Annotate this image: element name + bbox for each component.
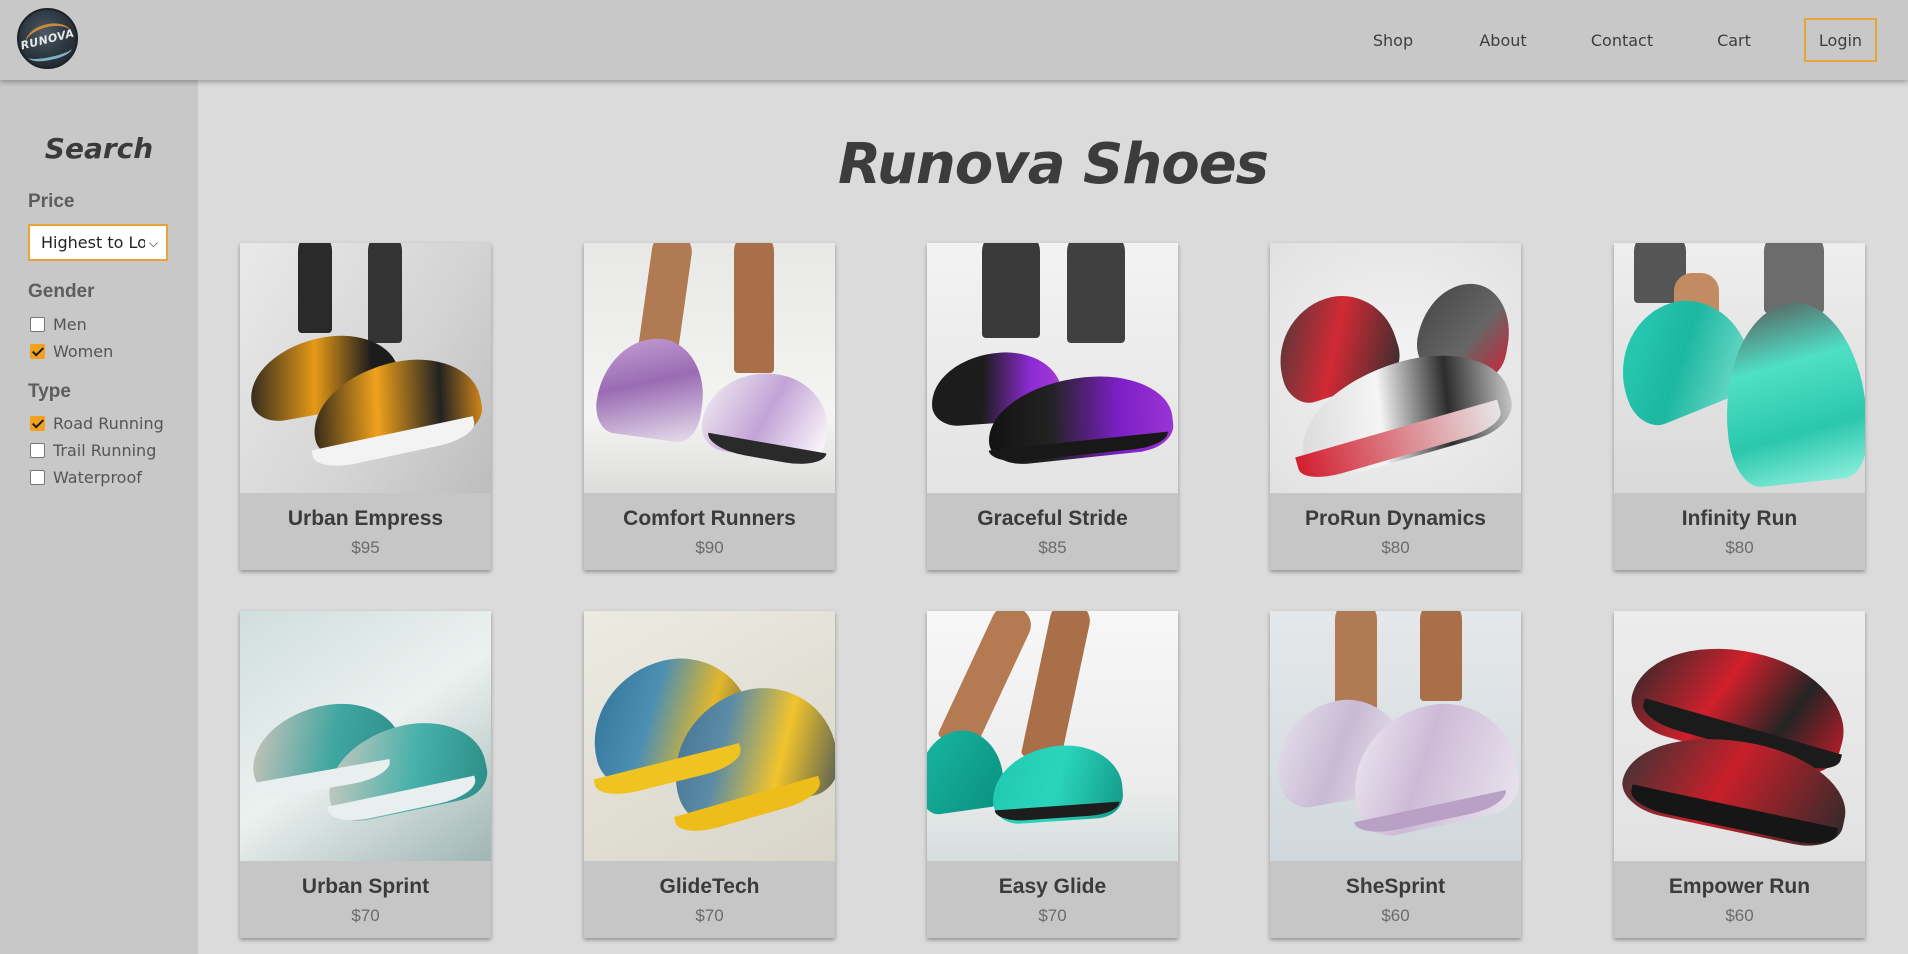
men-checkbox[interactable] xyxy=(30,317,45,332)
price-sort-value: Highest to Low xyxy=(41,233,145,252)
product-price: $70 xyxy=(1038,906,1067,925)
product-price: $80 xyxy=(1381,538,1410,557)
product-card[interactable]: SheSprint $60 xyxy=(1270,611,1521,938)
product-price: $70 xyxy=(351,906,380,925)
men-label: Men xyxy=(53,315,87,334)
trail-running-checkbox[interactable] xyxy=(30,443,45,458)
filter-sidebar: Search Price Highest to Low ⌵ Gender Men… xyxy=(0,80,198,954)
product-name[interactable]: ProRun Dynamics xyxy=(1270,507,1521,531)
chevron-down-icon: ⌵ xyxy=(148,236,158,250)
product-card[interactable]: ProRun Dynamics $80 xyxy=(1270,243,1521,570)
product-image-shesprint[interactable] xyxy=(1270,611,1521,861)
type-option-waterproof[interactable]: Waterproof xyxy=(30,468,142,487)
road-running-checkbox[interactable] xyxy=(30,416,45,431)
product-image-urban-empress[interactable] xyxy=(240,243,491,493)
product-name[interactable]: Easy Glide xyxy=(927,875,1178,899)
nav-contact-link[interactable]: Contact xyxy=(1588,18,1656,62)
product-image-empower-run[interactable] xyxy=(1614,611,1865,861)
gender-option-men[interactable]: Men xyxy=(30,315,87,334)
product-card[interactable]: Urban Sprint $70 xyxy=(240,611,491,938)
product-name[interactable]: Graceful Stride xyxy=(927,507,1178,531)
product-card[interactable]: GlideTech $70 xyxy=(584,611,835,938)
product-image-easy-glide[interactable] xyxy=(927,611,1178,861)
product-image-glidetech[interactable] xyxy=(584,611,835,861)
nav-about-link[interactable]: About xyxy=(1476,18,1530,62)
product-price: $60 xyxy=(1725,906,1754,925)
product-card[interactable]: Easy Glide $70 xyxy=(927,611,1178,938)
product-price: $70 xyxy=(695,906,724,925)
product-name[interactable]: Infinity Run xyxy=(1614,507,1865,531)
type-option-trail-running[interactable]: Trail Running xyxy=(30,441,156,460)
product-price: $95 xyxy=(351,538,380,557)
price-sort-select[interactable]: Highest to Low ⌵ xyxy=(28,224,168,261)
product-image-urban-sprint[interactable] xyxy=(240,611,491,861)
product-image-graceful-stride[interactable] xyxy=(927,243,1178,493)
product-card[interactable]: Infinity Run $80 xyxy=(1614,243,1865,570)
product-image-infinity-run[interactable] xyxy=(1614,243,1865,493)
product-card[interactable]: Comfort Runners $90 xyxy=(584,243,835,570)
gender-option-women[interactable]: Women xyxy=(30,342,113,361)
gender-label: Gender xyxy=(28,281,95,302)
trail-running-label: Trail Running xyxy=(53,441,157,460)
product-name[interactable]: Comfort Runners xyxy=(584,507,835,531)
waterproof-label: Waterproof xyxy=(53,468,142,487)
type-label: Type xyxy=(28,381,71,402)
product-name[interactable]: GlideTech xyxy=(584,875,835,899)
product-price: $90 xyxy=(695,538,724,557)
product-card[interactable]: Empower Run $60 xyxy=(1614,611,1865,938)
sidebar-title: Search xyxy=(44,132,154,165)
product-card[interactable]: Urban Empress $95 xyxy=(240,243,491,570)
waterproof-checkbox[interactable] xyxy=(30,470,45,485)
road-running-label: Road Running xyxy=(53,414,164,433)
product-name[interactable]: SheSprint xyxy=(1270,875,1521,899)
product-price: $60 xyxy=(1381,906,1410,925)
product-price: $85 xyxy=(1038,538,1067,557)
product-image-comfort-runners[interactable] xyxy=(584,243,835,493)
product-name[interactable]: Urban Empress xyxy=(240,507,491,531)
page-title: Runova Shoes xyxy=(837,132,1269,197)
product-card[interactable]: Graceful Stride $85 xyxy=(927,243,1178,570)
nav-cart-link[interactable]: Cart xyxy=(1712,18,1756,62)
women-checkbox[interactable] xyxy=(30,344,45,359)
product-name[interactable]: Empower Run xyxy=(1614,875,1865,899)
women-label: Women xyxy=(53,342,114,361)
product-price: $80 xyxy=(1725,538,1754,557)
top-header: RUNOVA Shop About Contact Cart Login xyxy=(0,0,1908,80)
login-button[interactable]: Login xyxy=(1804,18,1877,62)
type-option-road-running[interactable]: Road Running xyxy=(30,414,164,433)
product-image-prorun-dynamics[interactable] xyxy=(1270,243,1521,493)
nav-shop-link[interactable]: Shop xyxy=(1362,18,1424,62)
runova-logo[interactable]: RUNOVA xyxy=(17,8,78,69)
product-name[interactable]: Urban Sprint xyxy=(240,875,491,899)
price-label: Price xyxy=(28,191,75,212)
